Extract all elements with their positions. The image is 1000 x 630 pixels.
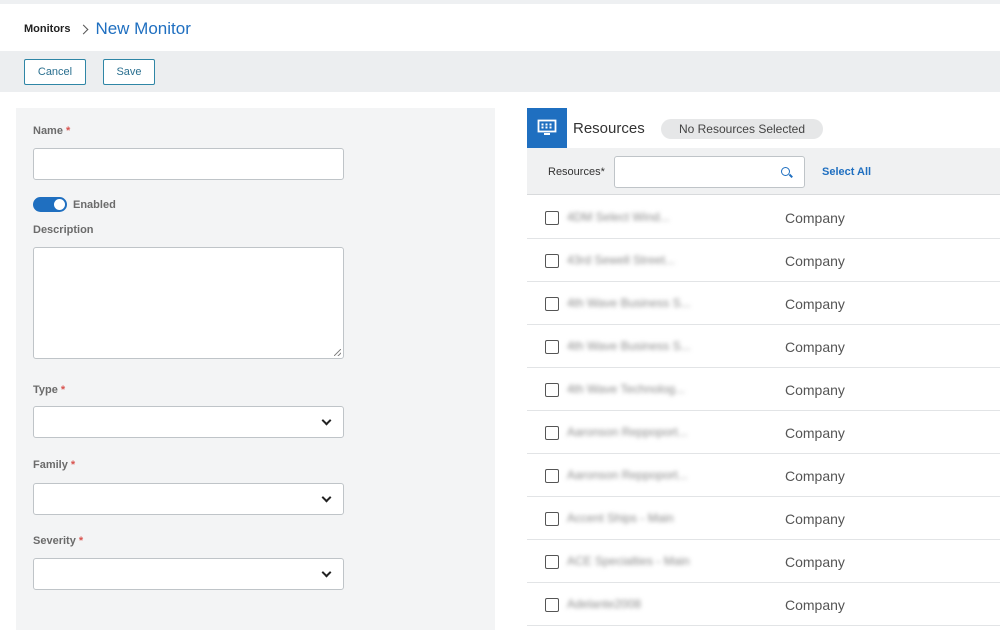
resource-type: Company [785, 511, 845, 527]
resource-row[interactable]: 4th Wave Business S... Company [527, 325, 1000, 368]
row-checkbox[interactable] [545, 598, 559, 612]
type-select[interactable] [33, 406, 344, 438]
enabled-toggle[interactable] [33, 197, 67, 212]
type-label: Type * [33, 384, 66, 396]
resources-list: 4DM Select Wind... Company 43rd Sewell S… [527, 196, 1000, 626]
save-button[interactable]: Save [103, 59, 155, 85]
required-mark: * [66, 125, 71, 137]
row-checkbox[interactable] [545, 426, 559, 440]
resources-panel: Resources No Resources Selected Resource… [527, 108, 1000, 630]
row-checkbox[interactable] [545, 254, 559, 268]
selection-status-badge: No Resources Selected [661, 119, 823, 139]
monitor-form-panel: Name * Enabled Description Type * Family… [16, 108, 495, 630]
monitor-screen-icon [527, 108, 567, 148]
resource-name: Accent Ships - Main [567, 511, 674, 525]
search-icon[interactable] [781, 167, 790, 176]
resource-type: Company [785, 253, 845, 269]
resource-name: Aaronson Reppoport... [567, 425, 688, 439]
family-label: Family * [33, 459, 76, 471]
select-all-link[interactable]: Select All [822, 166, 871, 178]
family-select[interactable] [33, 483, 344, 515]
resource-name: 4th Wave Technolog... [567, 382, 686, 396]
row-checkbox[interactable] [545, 211, 559, 225]
description-label: Description [33, 224, 94, 236]
breadcrumb: Monitors New Monitor [24, 18, 191, 40]
row-checkbox[interactable] [545, 555, 559, 569]
severity-select[interactable] [33, 558, 344, 590]
resource-type: Company [785, 382, 845, 398]
toggle-knob [54, 199, 65, 210]
row-checkbox[interactable] [545, 469, 559, 483]
resource-name: 4DM Select Wind... [567, 210, 670, 224]
resource-row[interactable]: Aaronson Reppoport... Company [527, 411, 1000, 454]
resources-filter-label: Resources* [548, 166, 605, 178]
required-mark: * [78, 535, 84, 547]
resource-type: Company [785, 597, 845, 613]
breadcrumb-monitors-link[interactable]: Monitors [24, 23, 70, 35]
resource-row[interactable]: 4DM Select Wind... Company [527, 196, 1000, 239]
name-input[interactable] [33, 148, 344, 180]
row-checkbox[interactable] [545, 383, 559, 397]
resource-row[interactable]: Accent Ships - Main Company [527, 497, 1000, 540]
required-mark: * [60, 384, 66, 396]
page-title: New Monitor [95, 19, 191, 38]
row-checkbox[interactable] [545, 340, 559, 354]
resource-name: ACE Specialties - Main [567, 554, 690, 568]
resources-title: Resources [573, 120, 645, 137]
resources-search-input[interactable] [614, 156, 805, 188]
resource-name: 43rd Sewell Street... [567, 253, 676, 267]
resource-name: Aaronson Reppoport... [567, 468, 688, 482]
resource-type: Company [785, 468, 845, 484]
chevron-down-icon [321, 415, 332, 426]
action-toolbar: Cancel Save [0, 51, 1000, 92]
row-checkbox[interactable] [545, 512, 559, 526]
resource-row[interactable]: ACE Specialties - Main Company [527, 540, 1000, 583]
name-label: Name * [33, 125, 71, 137]
resource-row[interactable]: 4th Wave Technolog... Company [527, 368, 1000, 411]
chevron-right-icon [79, 24, 89, 34]
chevron-down-icon [321, 492, 332, 503]
resource-row[interactable]: Aaronson Reppoport... Company [527, 454, 1000, 497]
description-textarea[interactable] [33, 247, 344, 359]
resource-type: Company [785, 554, 845, 570]
resource-type: Company [785, 210, 845, 226]
resources-filter-bar: Resources* Select All [527, 148, 1000, 195]
top-border [0, 0, 1000, 4]
resource-name: 4th Wave Business S... [567, 339, 691, 353]
resource-row[interactable]: 4th Wave Business S... Company [527, 282, 1000, 325]
chevron-down-icon [321, 567, 332, 578]
resource-type: Company [785, 339, 845, 355]
resource-name: 4th Wave Business S... [567, 296, 691, 310]
cancel-button[interactable]: Cancel [24, 59, 86, 85]
required-mark: * [70, 459, 76, 471]
resource-type: Company [785, 296, 845, 312]
resource-name: Adelante2008 [567, 597, 642, 611]
row-checkbox[interactable] [545, 297, 559, 311]
resource-type: Company [785, 425, 845, 441]
resources-header: Resources No Resources Selected [527, 108, 1000, 148]
resource-row[interactable]: 43rd Sewell Street... Company [527, 239, 1000, 282]
enabled-label: Enabled [73, 199, 116, 211]
resize-grip-icon[interactable] [334, 349, 341, 356]
severity-label: Severity * [33, 535, 84, 547]
resource-row[interactable]: Adelante2008 Company [527, 583, 1000, 626]
